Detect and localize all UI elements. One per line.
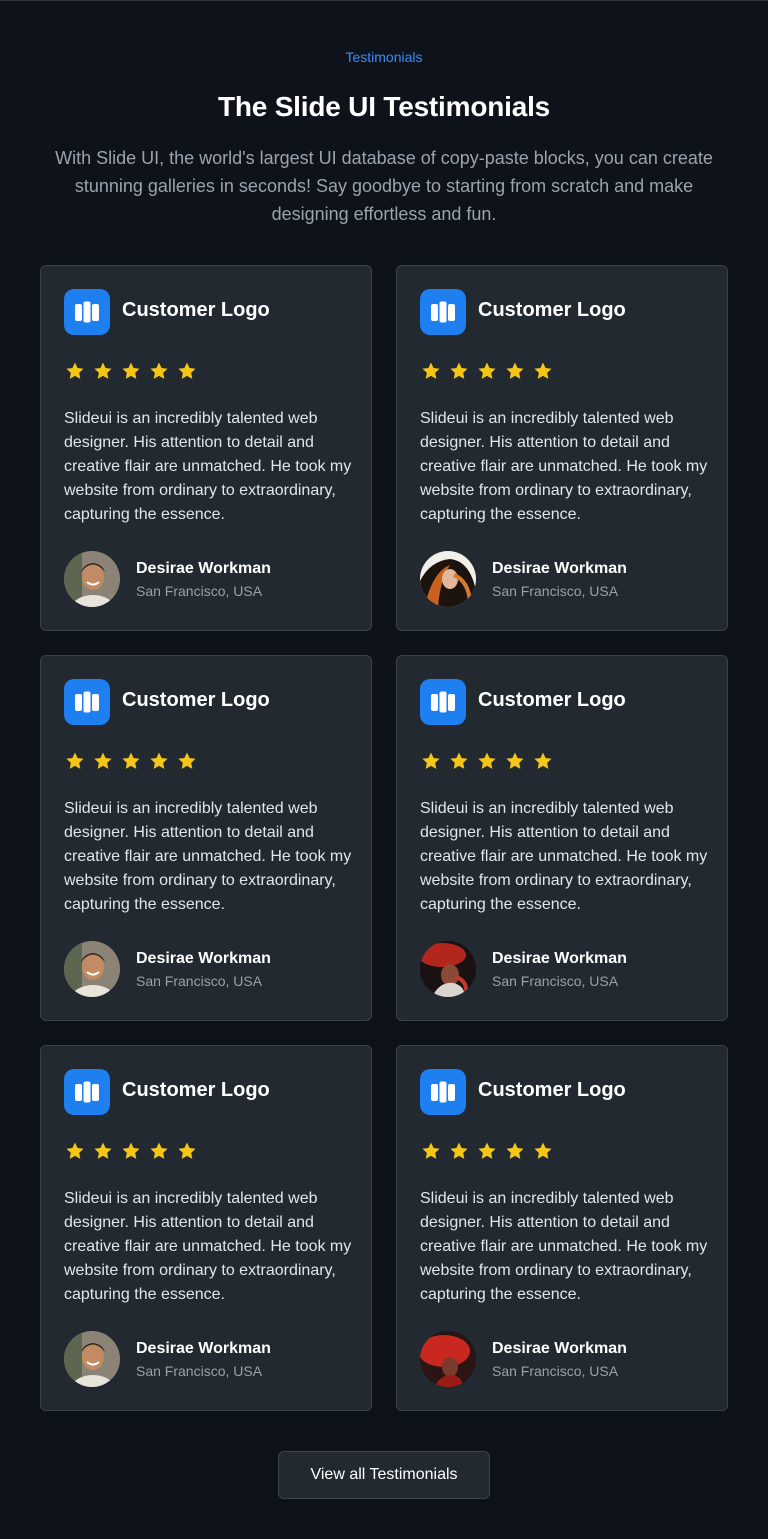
- star-icon: [65, 751, 85, 771]
- star-rating: [421, 751, 561, 771]
- star-rating: [65, 1141, 205, 1161]
- smiling-man-avatar: [64, 941, 120, 997]
- star-icon: [505, 361, 525, 381]
- star-icon: [177, 751, 197, 771]
- customer-logo-icon: [420, 289, 466, 335]
- testimonial-quote: Slideui is an incredibly talented web de…: [420, 410, 708, 523]
- star-icon: [449, 361, 469, 381]
- person-name: Desirae Workman: [136, 1340, 271, 1357]
- section-eyebrow: Testimonials: [345, 49, 423, 65]
- star-icon: [121, 361, 141, 381]
- star-icon: [65, 1141, 85, 1161]
- star-icon: [93, 361, 113, 381]
- star-rating: [65, 361, 205, 381]
- person-name: Desirae Workman: [136, 560, 271, 577]
- testimonial-card: Customer Logo Slideui is an incredibly t…: [40, 1045, 372, 1411]
- testimonial-quote: Slideui is an incredibly talented web de…: [420, 800, 708, 913]
- person-name: Desirae Workman: [492, 950, 627, 967]
- customer-logo-label: Customer Logo: [478, 1079, 626, 1101]
- person-name: Desirae Workman: [492, 560, 627, 577]
- star-icon: [149, 751, 169, 771]
- customer-logo-icon: [64, 289, 110, 335]
- person-location: San Francisco, USA: [492, 1363, 619, 1379]
- star-icon: [477, 1141, 497, 1161]
- person-name: Desirae Workman: [492, 1340, 627, 1357]
- star-icon: [177, 361, 197, 381]
- star-rating: [421, 1141, 561, 1161]
- testimonial-card: Customer Logo Slideui is an incredibly t…: [396, 265, 728, 631]
- section-subtitle: With Slide UI, the world's largest UI da…: [55, 148, 713, 224]
- customer-logo-label: Customer Logo: [478, 299, 626, 321]
- smiling-man-avatar: [64, 1331, 120, 1387]
- star-icon: [121, 751, 141, 771]
- person-name: Desirae Workman: [136, 950, 271, 967]
- customer-logo-label: Customer Logo: [478, 689, 626, 711]
- testimonial-card: Customer Logo Slideui is an incredibly t…: [40, 265, 372, 631]
- star-icon: [149, 1141, 169, 1161]
- person-location: San Francisco, USA: [492, 583, 619, 599]
- testimonial-quote: Slideui is an incredibly talented web de…: [64, 410, 352, 523]
- star-icon: [533, 1141, 553, 1161]
- star-icon: [421, 361, 441, 381]
- star-icon: [477, 361, 497, 381]
- person-location: San Francisco, USA: [492, 973, 619, 989]
- star-icon: [477, 751, 497, 771]
- star-icon: [149, 361, 169, 381]
- woman-flowing-hair-avatar: [420, 551, 476, 607]
- view-all-testimonials-button[interactable]: View all Testimonials: [278, 1451, 490, 1499]
- star-rating: [421, 361, 561, 381]
- person-location: San Francisco, USA: [136, 973, 263, 989]
- testimonial-card: Customer Logo Slideui is an incredibly t…: [396, 655, 728, 1021]
- star-icon: [421, 1141, 441, 1161]
- testimonial-quote: Slideui is an incredibly talented web de…: [64, 1190, 352, 1303]
- star-icon: [533, 361, 553, 381]
- testimonial-quote: Slideui is an incredibly talented web de…: [64, 800, 352, 913]
- customer-logo-icon: [64, 1069, 110, 1115]
- star-icon: [65, 361, 85, 381]
- star-icon: [93, 1141, 113, 1161]
- customer-logo-icon: [64, 679, 110, 725]
- person-location: San Francisco, USA: [136, 1363, 263, 1379]
- testimonial-quote: Slideui is an incredibly talented web de…: [420, 1190, 708, 1303]
- person-location: San Francisco, USA: [136, 583, 263, 599]
- star-icon: [421, 751, 441, 771]
- star-icon: [93, 751, 113, 771]
- customer-logo-icon: [420, 679, 466, 725]
- star-icon: [121, 1141, 141, 1161]
- star-icon: [449, 1141, 469, 1161]
- testimonial-card: Customer Logo Slideui is an incredibly t…: [396, 1045, 728, 1411]
- testimonial-card: Customer Logo Slideui is an incredibly t…: [40, 655, 372, 1021]
- star-icon: [177, 1141, 197, 1161]
- star-icon: [533, 751, 553, 771]
- star-rating: [65, 751, 205, 771]
- section-title: The Slide UI Testimonials: [217, 91, 551, 122]
- star-icon: [505, 751, 525, 771]
- customer-logo-label: Customer Logo: [122, 689, 270, 711]
- customer-logo-label: Customer Logo: [122, 299, 270, 321]
- woman-red-hat-avatar: [420, 1331, 476, 1387]
- star-icon: [505, 1141, 525, 1161]
- smiling-man-avatar: [64, 551, 120, 607]
- woman-red-hat-avatar: [420, 941, 476, 997]
- star-icon: [449, 751, 469, 771]
- customer-logo-icon: [420, 1069, 466, 1115]
- customer-logo-label: Customer Logo: [122, 1079, 270, 1101]
